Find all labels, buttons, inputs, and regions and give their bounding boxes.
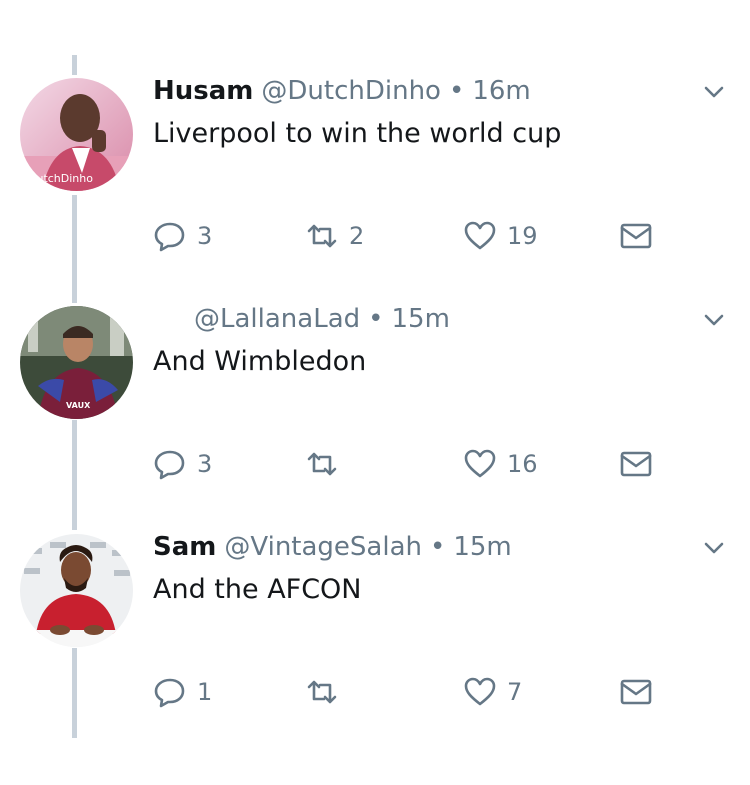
- user-handle[interactable]: @DutchDinho: [261, 76, 441, 106]
- like-count: 16: [507, 450, 538, 478]
- heart-icon: [464, 677, 496, 706]
- like-button[interactable]: 7: [463, 672, 522, 712]
- retweet-icon: [307, 224, 337, 248]
- timestamp[interactable]: 15m: [453, 532, 511, 562]
- separator-dot: •: [368, 304, 384, 334]
- direct-message-button[interactable]: [619, 444, 653, 484]
- retweet-icon: [307, 452, 337, 476]
- heart-icon: [464, 221, 496, 250]
- timestamp[interactable]: 15m: [391, 304, 449, 334]
- reply-count: 3: [197, 450, 213, 478]
- envelope-icon: [620, 223, 652, 249]
- retweet-button[interactable]: [305, 672, 349, 712]
- avatar[interactable]: DutchDinho: [20, 78, 133, 191]
- timestamp[interactable]: 16m: [472, 76, 530, 106]
- retweet-button[interactable]: 2: [305, 216, 364, 256]
- avatar-watermark: DutchDinho: [28, 172, 93, 185]
- tweet-text: And the AFCON: [153, 574, 362, 605]
- avatar-watermark: VAUX: [66, 401, 91, 410]
- reply-button[interactable]: 3: [153, 444, 212, 484]
- like-count: 19: [507, 222, 538, 250]
- direct-message-button[interactable]: [619, 672, 653, 712]
- retweet-button[interactable]: [305, 444, 349, 484]
- tweet-header: Husam @DutchDinho • 16m: [153, 76, 531, 106]
- tweet-text: Liverpool to win the world cup: [153, 118, 562, 149]
- user-handle[interactable]: @LallanaLad: [194, 304, 360, 334]
- reply-icon: [154, 678, 185, 708]
- user-handle[interactable]: @VintageSalah: [224, 532, 422, 562]
- retweet-icon: [307, 680, 337, 704]
- tweet-actions: 3 16: [153, 444, 673, 484]
- separator-dot: •: [448, 76, 465, 106]
- reply-button[interactable]: 3: [153, 216, 212, 256]
- like-button[interactable]: 16: [463, 444, 538, 484]
- separator-dot: •: [430, 532, 446, 562]
- tweet-header: @LallanaLad • 15m: [186, 304, 450, 334]
- direct-message-button[interactable]: [619, 216, 653, 256]
- reply-icon: [154, 222, 185, 252]
- display-name[interactable]: Sam: [153, 532, 216, 562]
- reply-count: 1: [197, 678, 213, 706]
- tweet[interactable]: VAUX @LallanaLad • 15m And Wimbledon 3 16: [0, 286, 750, 514]
- like-button[interactable]: 19: [463, 216, 538, 256]
- avatar[interactable]: VAUX: [20, 306, 133, 419]
- avatar[interactable]: [20, 534, 133, 647]
- display-name[interactable]: Husam: [153, 76, 253, 106]
- heart-icon: [464, 449, 496, 478]
- like-count: 7: [507, 678, 523, 706]
- reply-count: 3: [197, 222, 213, 250]
- envelope-icon: [620, 679, 652, 705]
- reply-icon: [154, 450, 185, 480]
- reply-button[interactable]: 1: [153, 672, 212, 712]
- tweet-actions: 3 2 19: [153, 216, 673, 256]
- retweet-count: 2: [349, 222, 365, 250]
- envelope-icon: [620, 451, 652, 477]
- tweet[interactable]: DutchDinho Husam @DutchDinho • 16m Liverpoo…: [0, 58, 750, 286]
- chevron-down-icon[interactable]: [702, 80, 726, 104]
- tweet-header: Sam @VintageSalah • 15m: [153, 532, 512, 562]
- chevron-down-icon[interactable]: [702, 536, 726, 560]
- tweet-text: And Wimbledon: [153, 346, 367, 377]
- chevron-down-icon[interactable]: [702, 308, 726, 332]
- tweet-actions: 1 7: [153, 672, 673, 712]
- tweet[interactable]: Sam @VintageSalah • 15m And the AFCON 1 7: [0, 514, 750, 742]
